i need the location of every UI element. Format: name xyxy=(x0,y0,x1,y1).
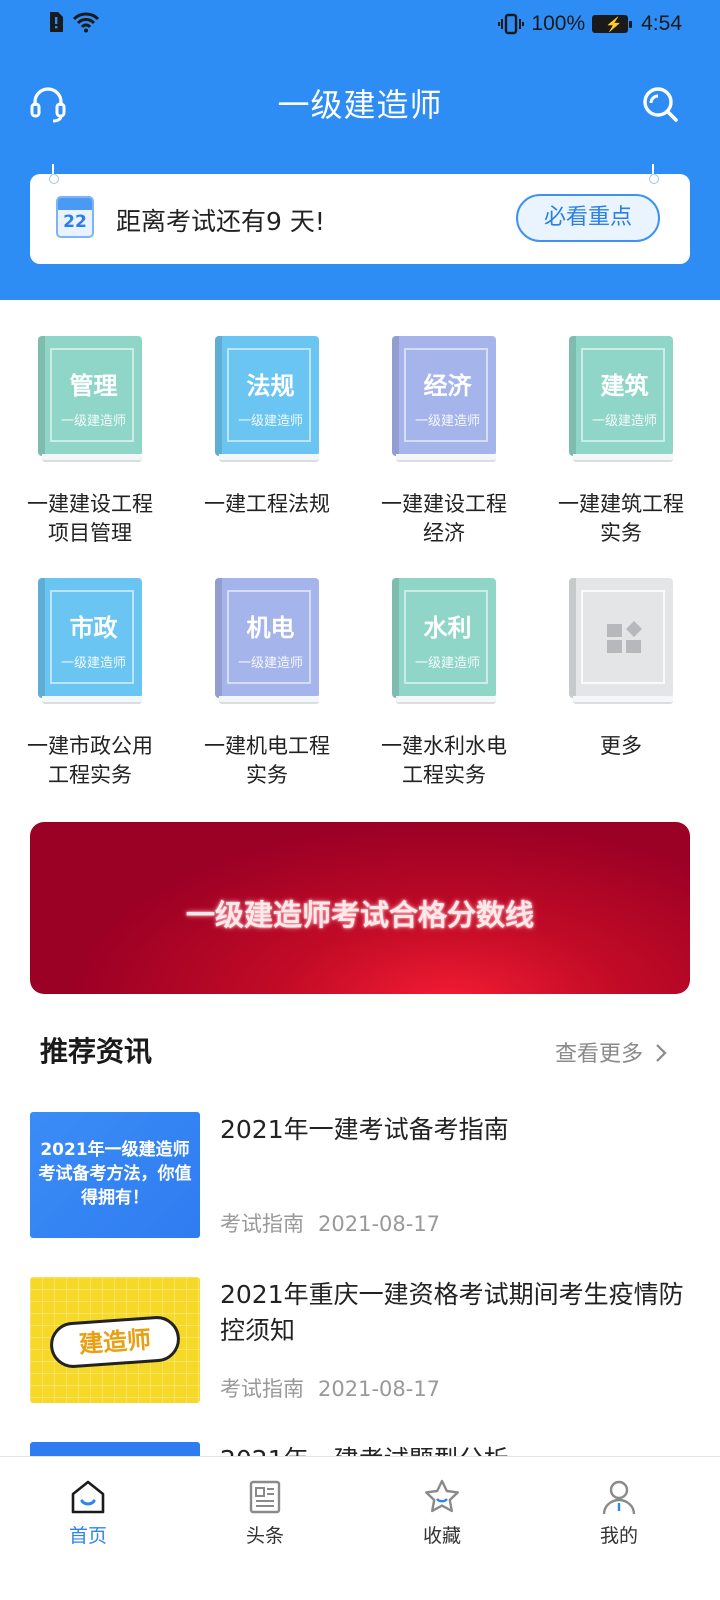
wifi-icon xyxy=(72,12,100,33)
banner-pin-right xyxy=(649,164,659,184)
subject-label: 一建建筑工程 实务 xyxy=(558,492,684,545)
tab-favorites[interactable]: 收藏 xyxy=(382,1477,502,1548)
calendar-icon: 22 xyxy=(56,196,94,238)
book-cover-more xyxy=(569,578,673,706)
status-left xyxy=(48,11,100,33)
battery-percent: 100% xyxy=(531,12,586,35)
tab-home[interactable]: 首页 xyxy=(28,1477,148,1548)
banner-pin-left xyxy=(49,164,59,184)
view-more-link[interactable]: 查看更多 xyxy=(555,1036,668,1068)
chevron-right-icon xyxy=(656,1044,667,1062)
subject-label: 一建水利水电 工程实务 xyxy=(381,734,507,787)
grid-apps-icon xyxy=(607,621,642,653)
news-thumbnail: 建造师 xyxy=(30,1277,200,1403)
home-icon xyxy=(71,1480,105,1514)
subject-label: 一建建设工程 项目管理 xyxy=(27,492,153,545)
page-title: 一级建造师 xyxy=(277,86,443,124)
clock-time: 4:54 xyxy=(641,12,682,35)
subject-label: 一建建设工程 经济 xyxy=(381,492,507,545)
app-screen: 100% ⚡ 4:54 一级建造师 22 距离考试还有9 天! 必看重点 管理一… xyxy=(0,0,720,1600)
news-item[interactable]: 2021年一级建造师考试备考方法，你值得拥有！ 2021年一建考试备考指南 考试… xyxy=(30,1112,690,1240)
subject-label: 一建机电工程 实务 xyxy=(204,734,330,787)
news-meta: 考试指南 2021-08-17 xyxy=(220,1377,441,1401)
tab-profile[interactable]: 我的 xyxy=(559,1477,679,1548)
book-cover: 管理 一级建造师 xyxy=(38,336,142,464)
bottom-tab-bar: 首页 头条 收藏 我的 xyxy=(0,1456,720,1600)
status-bar: 100% ⚡ 4:54 xyxy=(0,0,720,48)
subject-label: 一建市政公用 工程实务 xyxy=(27,734,153,787)
book-cover: 水利 一级建造师 xyxy=(392,578,496,706)
user-icon xyxy=(602,1480,636,1515)
promo-text: 一级建造师考试合格分数线 xyxy=(185,898,534,932)
news-title: 2021年一建考试备考指南 xyxy=(220,1115,509,1144)
news-section-title: 推荐资讯 xyxy=(40,1035,153,1068)
vibrate-icon xyxy=(498,13,525,35)
subject-label: 一建工程法规 xyxy=(204,492,330,516)
news-thumbnail: 2021年一级建造师考试备考方法，你值得拥有！ xyxy=(30,1112,200,1238)
news-item[interactable]: 建造师 2021年重庆一建资格考试期间考生疫情防控须知 考试指南 2021-08-… xyxy=(30,1277,690,1405)
book-cover: 市政 一级建造师 xyxy=(38,578,142,706)
tab-favorites-label: 收藏 xyxy=(422,1525,461,1547)
promo-banner[interactable]: 一级建造师考试合格分数线 xyxy=(30,822,690,994)
subject-label: 更多 xyxy=(600,734,642,758)
tab-home-label: 首页 xyxy=(68,1525,107,1547)
news-title: 2021年重庆一建资格考试期间考生疫情防控须知 xyxy=(220,1280,684,1345)
news-meta: 考试指南 2021-08-17 xyxy=(220,1212,441,1236)
book-cover: 机电 一级建造师 xyxy=(215,578,319,706)
sim-alert-icon xyxy=(50,12,63,32)
battery-icon: ⚡ xyxy=(592,15,633,33)
tab-headlines[interactable]: 头条 xyxy=(205,1477,325,1548)
book-cover: 经济 一级建造师 xyxy=(392,336,496,464)
countdown-text: 距离考试还有9 天! xyxy=(116,207,325,236)
star-icon xyxy=(425,1479,459,1513)
must-see-button[interactable]: 必看重点 xyxy=(516,194,660,242)
tab-headlines-label: 头条 xyxy=(245,1525,284,1547)
book-cover: 建筑 一级建造师 xyxy=(569,336,673,464)
newspaper-icon xyxy=(249,1480,281,1514)
book-cover: 法规 一级建造师 xyxy=(215,336,319,464)
tab-profile-label: 我的 xyxy=(599,1525,638,1547)
exam-countdown-banner: 22 距离考试还有9 天! 必看重点 xyxy=(30,164,690,264)
search-icon[interactable] xyxy=(640,84,680,124)
status-right: 100% ⚡ 4:54 xyxy=(498,12,682,36)
